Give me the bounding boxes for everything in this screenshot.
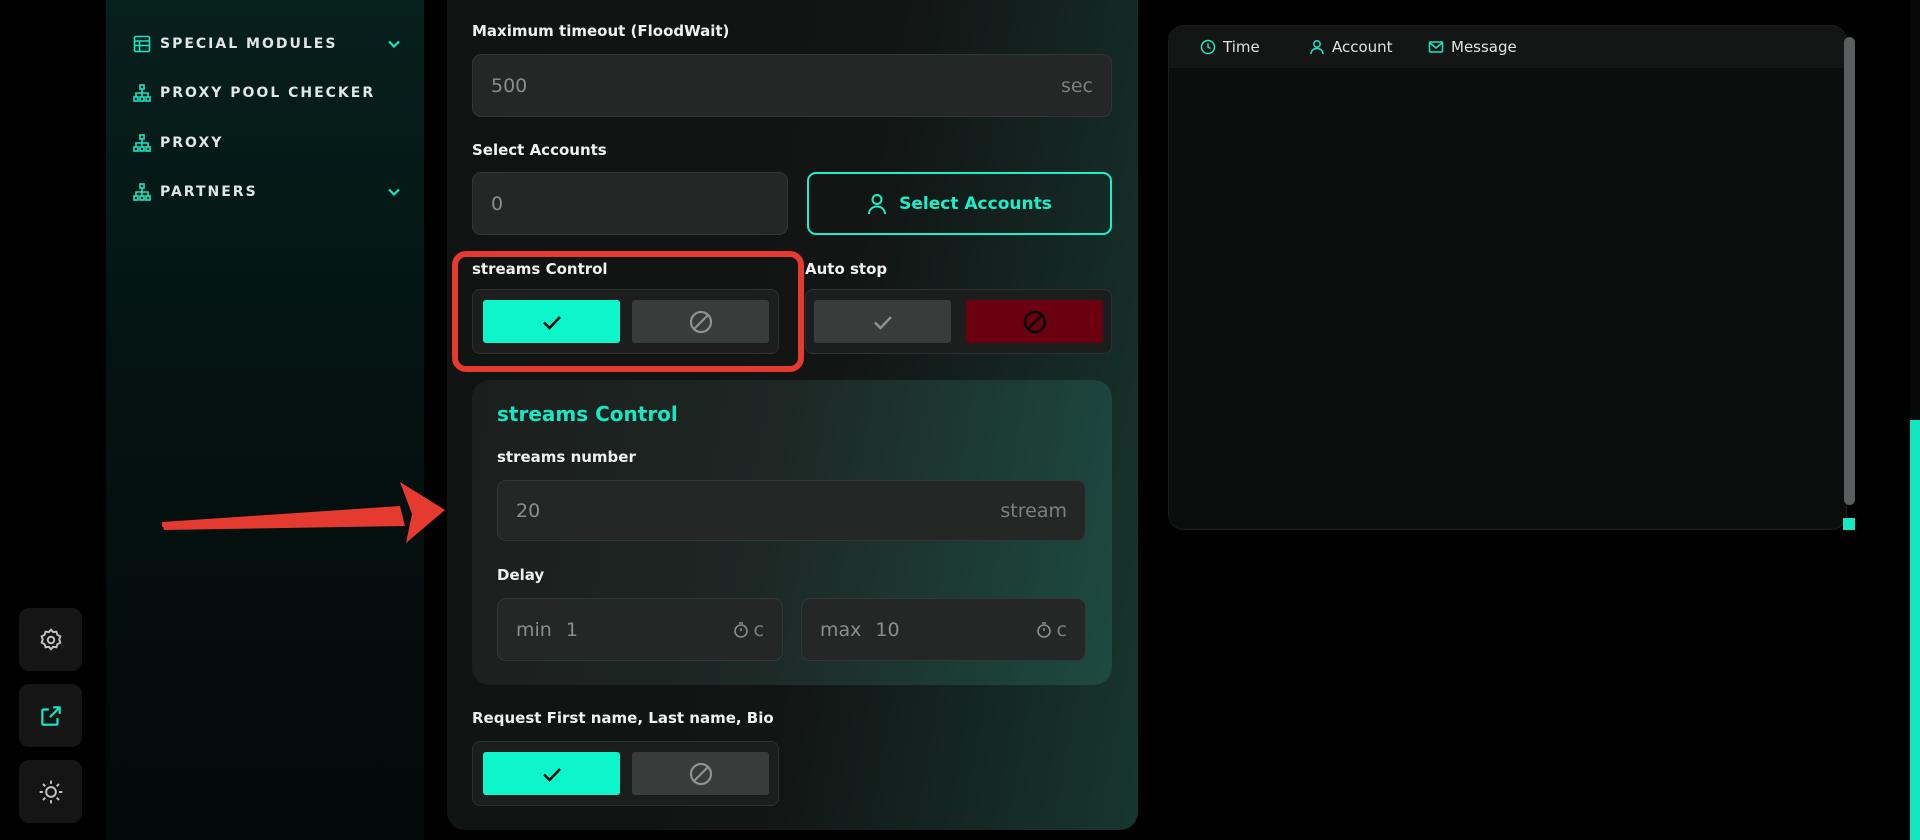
user-icon — [868, 193, 887, 214]
delay-max-value: 10 — [875, 618, 900, 641]
icon-rail — [0, 0, 106, 840]
log-resize-handle[interactable] — [1843, 518, 1855, 530]
sidebar-item-partners[interactable]: PARTNERS — [132, 180, 402, 204]
theme-toggle-icon — [39, 780, 62, 803]
delay-min-value: 1 — [565, 618, 578, 641]
timeout-value: 500 — [491, 74, 528, 97]
network-icon — [133, 84, 151, 102]
streams-number-unit: stream — [1000, 499, 1067, 522]
timeout-input[interactable]: 500 sec — [472, 54, 1112, 117]
chevron-down-icon[interactable] — [386, 184, 402, 200]
ban-icon — [689, 762, 712, 785]
log-column-message[interactable]: Message — [1428, 38, 1517, 56]
mail-icon — [1428, 41, 1444, 53]
theme-toggle-button[interactable] — [19, 760, 82, 823]
sidebar-item-label: PARTNERS — [160, 184, 258, 200]
sidebar-item-label: SPECIAL MODULES — [160, 36, 338, 52]
clock-icon — [1200, 39, 1216, 55]
sidebar-item-label: PROXY POOL CHECKER — [160, 85, 376, 101]
check-icon — [873, 315, 892, 330]
delay-min-input[interactable]: min 1 c — [497, 598, 783, 661]
log-column-label: Account — [1332, 38, 1393, 56]
delay-label: Delay — [497, 566, 545, 584]
log-column-account[interactable]: Account — [1309, 38, 1428, 56]
request-profile-label: Request First name, Last name, Bio — [472, 709, 774, 727]
streams-number-input[interactable]: 20 stream — [497, 480, 1086, 541]
auto-stop-label: Auto stop — [805, 260, 888, 278]
stopwatch-icon — [1036, 621, 1051, 638]
sidebar-item-label: PROXY — [160, 135, 224, 151]
select-accounts-label: Select Accounts — [899, 193, 1052, 214]
annotation-arrow — [162, 482, 445, 543]
network-icon — [133, 134, 151, 152]
settings-icon — [39, 627, 62, 651]
table-icon — [133, 35, 151, 53]
sidebar-item-proxy-pool-checker[interactable]: PROXY POOL CHECKER — [132, 81, 402, 105]
accounts-label: Select Accounts — [472, 141, 607, 159]
timeout-unit: sec — [1060, 74, 1093, 97]
network-icon — [133, 183, 151, 201]
log-scrollbar[interactable] — [1844, 37, 1855, 505]
annotation-highlight-box — [452, 251, 804, 372]
log-panel: Time Account Message — [1168, 25, 1847, 530]
select-accounts-button[interactable]: Select Accounts — [807, 172, 1112, 235]
delay-max-prefix: max — [820, 618, 862, 641]
auto-stop-toggle — [805, 289, 1112, 354]
stopwatch-icon — [733, 621, 748, 638]
external-link-icon — [40, 705, 61, 726]
log-column-label: Time — [1223, 38, 1260, 56]
streams-number-label: streams number — [497, 448, 636, 466]
delay-min-unit: c — [753, 618, 764, 641]
sidebar-item-special-modules[interactable]: SPECIAL MODULES — [132, 32, 402, 56]
delay-max-unit: c — [1056, 618, 1067, 641]
auto-stop-off-button[interactable] — [966, 300, 1103, 343]
streams-card-title: streams Control — [497, 402, 678, 426]
delay-max-input[interactable]: max 10 c — [801, 598, 1086, 661]
log-header: Time Account Message — [1169, 26, 1846, 68]
request-profile-on-button[interactable] — [483, 752, 620, 795]
chevron-down-icon[interactable] — [386, 36, 402, 52]
user-icon — [1310, 40, 1324, 55]
accounts-count-input[interactable]: 0 — [472, 172, 788, 235]
request-profile-toggle — [472, 741, 779, 806]
sidebar-item-proxy[interactable]: PROXY — [132, 131, 402, 155]
ban-icon — [1023, 310, 1046, 333]
log-column-label: Message — [1451, 38, 1517, 56]
accounts-count-value: 0 — [491, 192, 504, 215]
page-scrollbar-thumb[interactable] — [1910, 420, 1920, 840]
delay-min-prefix: min — [516, 618, 552, 641]
streams-number-value: 20 — [516, 499, 541, 522]
log-column-time[interactable]: Time — [1200, 38, 1309, 56]
external-link-button[interactable] — [19, 684, 82, 747]
nav-sidebar: SPECIAL MODULES PROXY POOL CHECKER PROXY… — [106, 0, 424, 840]
settings-button[interactable] — [19, 608, 82, 671]
auto-stop-on-button[interactable] — [814, 300, 951, 343]
timeout-label: Maximum timeout (FloodWait) — [472, 22, 730, 40]
request-profile-off-button[interactable] — [632, 752, 769, 795]
check-icon — [542, 767, 561, 782]
